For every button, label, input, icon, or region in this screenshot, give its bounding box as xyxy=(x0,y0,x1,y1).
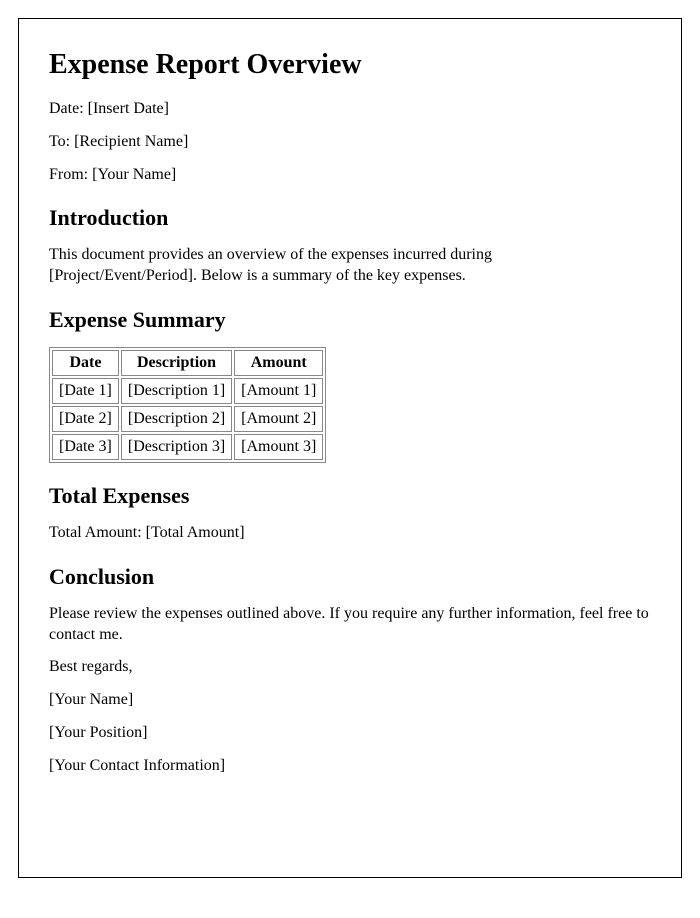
table-row: [Date 2] [Description 2] [Amount 2] xyxy=(52,406,323,432)
table-header-amount: Amount xyxy=(234,350,323,376)
introduction-heading: Introduction xyxy=(49,205,651,231)
table-cell: [Description 1] xyxy=(121,378,232,404)
table-cell: [Date 1] xyxy=(52,378,119,404)
meta-to: To: [Recipient Name] xyxy=(49,132,651,153)
table-row: [Date 1] [Description 1] [Amount 1] xyxy=(52,378,323,404)
table-header-row: Date Description Amount xyxy=(52,350,323,376)
introduction-body: This document provides an overview of th… xyxy=(49,245,569,287)
summary-heading: Expense Summary xyxy=(49,307,651,333)
meta-from: From: [Your Name] xyxy=(49,165,651,186)
expense-table: Date Description Amount [Date 1] [Descri… xyxy=(49,347,326,463)
table-row: [Date 3] [Description 3] [Amount 3] xyxy=(52,434,323,460)
total-heading: Total Expenses xyxy=(49,483,651,509)
total-line: Total Amount: [Total Amount] xyxy=(49,523,651,544)
table-cell: [Amount 1] xyxy=(234,378,323,404)
conclusion-body: Please review the expenses outlined abov… xyxy=(49,604,651,646)
table-cell: [Amount 3] xyxy=(234,434,323,460)
conclusion-regards: Best regards, xyxy=(49,657,651,678)
table-header-date: Date xyxy=(52,350,119,376)
table-cell: [Date 2] xyxy=(52,406,119,432)
conclusion-name: [Your Name] xyxy=(49,690,651,711)
table-cell: [Description 2] xyxy=(121,406,232,432)
table-cell: [Description 3] xyxy=(121,434,232,460)
conclusion-contact: [Your Contact Information] xyxy=(49,756,651,777)
table-header-description: Description xyxy=(121,350,232,376)
meta-date: Date: [Insert Date] xyxy=(49,99,651,120)
conclusion-position: [Your Position] xyxy=(49,723,651,744)
table-cell: [Amount 2] xyxy=(234,406,323,432)
document-page: Expense Report Overview Date: [Insert Da… xyxy=(18,18,682,878)
page-title: Expense Report Overview xyxy=(49,49,651,81)
table-cell: [Date 3] xyxy=(52,434,119,460)
conclusion-heading: Conclusion xyxy=(49,564,651,590)
